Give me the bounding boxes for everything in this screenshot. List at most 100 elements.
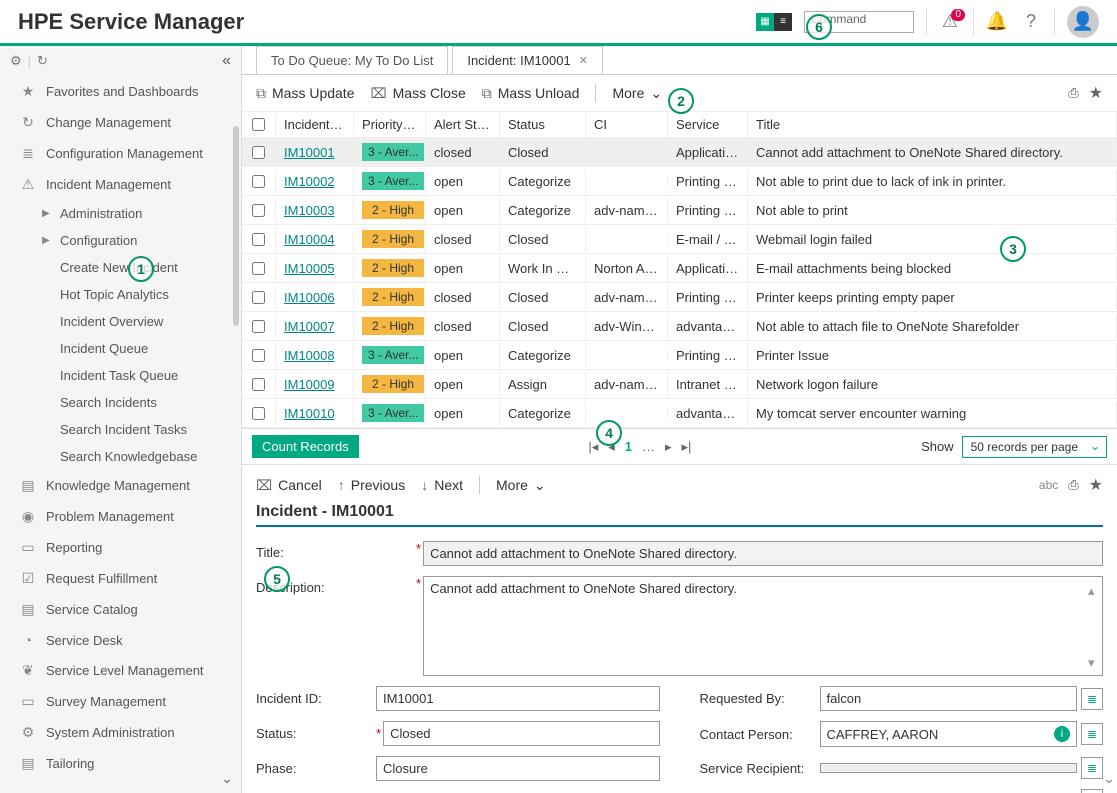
tab-todo[interactable]: To Do Queue: My To Do List bbox=[256, 46, 448, 74]
row-checkbox[interactable] bbox=[252, 320, 265, 333]
first-page-icon[interactable]: |◂ bbox=[588, 439, 598, 455]
col-priority[interactable]: Priority▲▼ bbox=[354, 112, 426, 137]
incident-link[interactable]: IM10006 bbox=[284, 290, 335, 305]
lookup-icon[interactable]: ≣ bbox=[1081, 723, 1103, 745]
sidebar-sub-item[interactable]: Incident Task Queue bbox=[0, 362, 239, 389]
phase-field[interactable]: Closure bbox=[376, 756, 660, 781]
command-input[interactable]: Command bbox=[804, 11, 914, 33]
sidebar-item[interactable]: ▤Tailoring bbox=[0, 748, 239, 779]
sidebar-sub-item[interactable]: Search Incident Tasks bbox=[0, 416, 239, 443]
close-icon[interactable]: ✕ bbox=[579, 54, 588, 67]
lookup-icon[interactable]: ≣ bbox=[1081, 789, 1103, 793]
table-row[interactable]: IM100072 - HighclosedClosedadv-Windo...a… bbox=[242, 312, 1117, 341]
scroll-up-icon[interactable]: ▴ bbox=[1088, 583, 1100, 599]
col-incident[interactable]: Incident...▲▼ bbox=[276, 112, 354, 137]
sidebar-item[interactable]: ▤Knowledge Management bbox=[0, 470, 239, 501]
collapse-sidebar-icon[interactable]: « bbox=[222, 52, 231, 70]
main-scroll-down-icon[interactable]: ⌄ bbox=[1103, 770, 1115, 787]
previous-button[interactable]: ↑Previous bbox=[338, 477, 405, 493]
tab-incident[interactable]: Incident: IM10001 ✕ bbox=[452, 46, 603, 74]
sidebar-sub-item[interactable]: Incident Overview bbox=[0, 308, 239, 335]
table-row[interactable]: IM100062 - HighclosedClosedadv-nam-p...P… bbox=[242, 283, 1117, 312]
table-row[interactable]: IM100092 - HighopenAssignadv-nam-s...Int… bbox=[242, 370, 1117, 399]
table-row[interactable]: IM100023 - Aver...openCategorizePrinting… bbox=[242, 167, 1117, 196]
requested-by-field[interactable]: falcon bbox=[820, 686, 1078, 711]
more-button[interactable]: More ⌄ bbox=[612, 85, 662, 102]
detail-more-button[interactable]: More ⌄ bbox=[496, 477, 546, 494]
row-checkbox[interactable] bbox=[252, 407, 265, 420]
list-view-icon[interactable]: ≡ bbox=[774, 13, 792, 31]
incident-link[interactable]: IM10010 bbox=[284, 406, 335, 421]
recipient-field[interactable] bbox=[820, 763, 1078, 773]
sidebar-item[interactable]: ≣Configuration Management bbox=[0, 138, 239, 169]
favorite-icon[interactable]: ★ bbox=[1089, 475, 1103, 495]
description-field[interactable]: Cannot add attachment to OneNote Shared … bbox=[423, 576, 1103, 676]
alert-icon[interactable]: ⚠0 bbox=[939, 11, 961, 33]
incident-link[interactable]: IM10001 bbox=[284, 145, 335, 160]
next-button[interactable]: ↓Next bbox=[421, 477, 463, 493]
incident-link[interactable]: IM10009 bbox=[284, 377, 335, 392]
prev-page-icon[interactable]: ◂ bbox=[608, 439, 615, 455]
row-checkbox[interactable] bbox=[252, 349, 265, 362]
lookup-icon[interactable]: ≣ bbox=[1081, 688, 1103, 710]
table-row[interactable]: IM100052 - HighopenWork In Pr...Norton A… bbox=[242, 254, 1117, 283]
cancel-button[interactable]: ⌧Cancel bbox=[256, 477, 322, 494]
row-checkbox[interactable] bbox=[252, 175, 265, 188]
table-row[interactable]: IM100083 - Aver...openCategorizePrinting… bbox=[242, 341, 1117, 370]
view-toggle[interactable]: ▦ ≡ bbox=[756, 13, 792, 31]
print-icon[interactable]: ⎙ bbox=[1068, 85, 1078, 101]
sidebar-sub-item[interactable]: Search Knowledgebase bbox=[0, 443, 239, 470]
sidebar-sub-item[interactable]: Search Incidents bbox=[0, 389, 239, 416]
row-checkbox[interactable] bbox=[252, 204, 265, 217]
incident-link[interactable]: IM10007 bbox=[284, 319, 335, 334]
title-field[interactable]: Cannot add attachment to OneNote Shared … bbox=[423, 541, 1103, 566]
row-checkbox[interactable] bbox=[252, 291, 265, 304]
mass-close-button[interactable]: ⌧Mass Close bbox=[370, 85, 465, 102]
row-checkbox[interactable] bbox=[252, 233, 265, 246]
sidebar-item[interactable]: ⚠Incident Management bbox=[0, 169, 239, 200]
gear-icon[interactable]: ⚙ bbox=[10, 53, 22, 69]
favorite-icon[interactable]: ★ bbox=[1089, 83, 1103, 103]
col-service[interactable]: Service bbox=[668, 112, 748, 137]
col-alert[interactable]: Alert Sta...▲▼ bbox=[426, 112, 500, 137]
col-ci[interactable]: CI bbox=[586, 112, 668, 137]
user-avatar[interactable]: 👤 bbox=[1067, 6, 1099, 38]
sidebar-item[interactable]: ▭Survey Management bbox=[0, 686, 239, 717]
incident-link[interactable]: IM10008 bbox=[284, 348, 335, 363]
sidebar-item[interactable]: ▭Reporting bbox=[0, 532, 239, 563]
sidebar-more-icon[interactable]: ⌄ bbox=[221, 770, 233, 787]
sidebar-item[interactable]: ☑Request Fulfillment bbox=[0, 563, 239, 594]
sidebar-sub-item[interactable]: Create New Incident bbox=[0, 254, 239, 281]
status-field[interactable]: Closed bbox=[383, 721, 659, 746]
incident-id-field[interactable]: IM10001 bbox=[376, 686, 660, 711]
mass-unload-button[interactable]: ⧉Mass Unload bbox=[482, 85, 580, 102]
mass-update-button[interactable]: ⧉Mass Update bbox=[256, 85, 354, 102]
text-size-icon[interactable]: abc bbox=[1039, 478, 1058, 492]
table-row[interactable]: IM100032 - HighopenCategorizeadv-nam-p..… bbox=[242, 196, 1117, 225]
sidebar-sub-item[interactable]: ▶Administration bbox=[0, 200, 239, 227]
select-all-checkbox[interactable] bbox=[252, 118, 265, 131]
sidebar-item[interactable]: ◉Problem Management bbox=[0, 501, 239, 532]
table-row[interactable]: IM100103 - Aver...openCategorizeadvantag… bbox=[242, 399, 1117, 428]
page-size-select[interactable]: 50 records per page bbox=[962, 436, 1107, 458]
grid-view-icon[interactable]: ▦ bbox=[756, 13, 774, 31]
count-records-button[interactable]: Count Records bbox=[252, 435, 359, 458]
sidebar-sub-item[interactable]: ▶Configuration bbox=[0, 227, 239, 254]
incident-link[interactable]: IM10003 bbox=[284, 203, 335, 218]
help-icon[interactable]: ? bbox=[1020, 11, 1042, 33]
incident-link[interactable]: IM10005 bbox=[284, 261, 335, 276]
row-checkbox[interactable] bbox=[252, 146, 265, 159]
row-checkbox[interactable] bbox=[252, 378, 265, 391]
sidebar-scrollbar[interactable] bbox=[233, 126, 239, 326]
info-icon[interactable]: i bbox=[1054, 726, 1070, 742]
incident-link[interactable]: IM10002 bbox=[284, 174, 335, 189]
sidebar-item[interactable]: ↻Change Management bbox=[0, 107, 239, 138]
next-page-icon[interactable]: ▸ bbox=[665, 439, 672, 455]
sidebar-sub-item[interactable]: Incident Queue bbox=[0, 335, 239, 362]
sidebar-item[interactable]: ◔Service Desk bbox=[0, 625, 239, 655]
sidebar-item[interactable]: ▤Service Catalog bbox=[0, 594, 239, 625]
sidebar-sub-item[interactable]: Hot Topic Analytics bbox=[0, 281, 239, 308]
sidebar-item[interactable]: ⚙System Administration bbox=[0, 717, 239, 748]
col-title[interactable]: Title bbox=[748, 112, 1117, 137]
contact-field[interactable]: CAFFREY, AARONi bbox=[820, 721, 1078, 747]
